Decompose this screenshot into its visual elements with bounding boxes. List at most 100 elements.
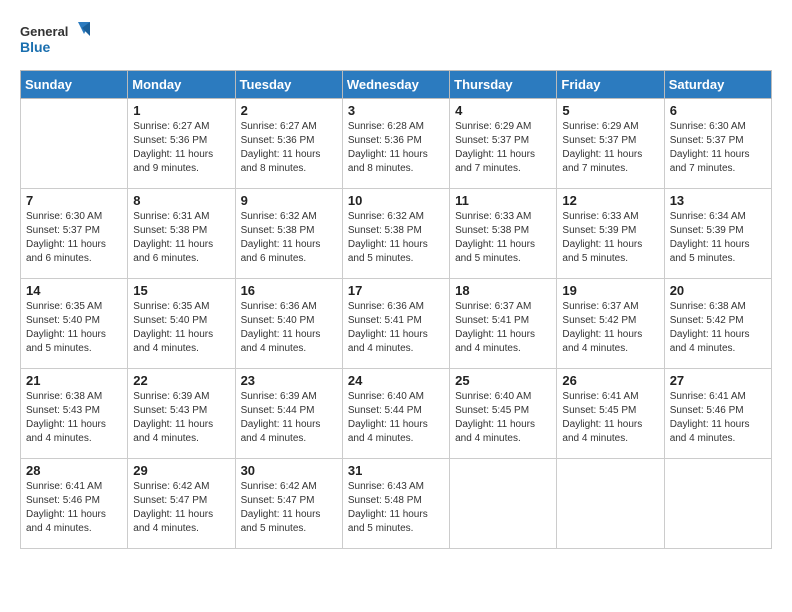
day-number: 14	[26, 283, 122, 298]
day-info: Sunrise: 6:38 AMSunset: 5:43 PMDaylight:…	[26, 390, 122, 446]
calendar-cell: 3 Sunrise: 6:28 AMSunset: 5:36 PMDaylight…	[342, 99, 449, 189]
day-info: Sunrise: 6:27 AMSunset: 5:36 PMDaylight:…	[133, 120, 229, 176]
day-info: Sunrise: 6:35 AMSunset: 5:40 PMDaylight:…	[133, 300, 229, 356]
day-info: Sunrise: 6:39 AMSunset: 5:43 PMDaylight:…	[133, 390, 229, 446]
day-number: 21	[26, 373, 122, 388]
calendar-week-row: 28Sunrise: 6:41 AMSunset: 5:46 PMDayligh…	[21, 459, 772, 549]
day-number: 18	[455, 283, 551, 298]
day-info: Sunrise: 6:36 AMSunset: 5:40 PMDaylight:…	[241, 300, 337, 356]
calendar-cell: 7 Sunrise: 6:30 AMSunset: 5:37 PMDaylight…	[21, 189, 128, 279]
weekday-header-thursday: Thursday	[450, 71, 557, 99]
day-number: 31	[348, 463, 444, 478]
weekday-header-tuesday: Tuesday	[235, 71, 342, 99]
day-info: Sunrise: 6:32 AMSunset: 5:38 PMDaylight:…	[241, 210, 337, 266]
calendar-cell: 24Sunrise: 6:40 AMSunset: 5:44 PMDayligh…	[342, 369, 449, 459]
weekday-header-friday: Friday	[557, 71, 664, 99]
calendar-cell: 21 Sunrise: 6:38 AMSunset: 5:43 PMDayligh…	[21, 369, 128, 459]
calendar-cell: 30Sunrise: 6:42 AMSunset: 5:47 PMDayligh…	[235, 459, 342, 549]
calendar-cell: 29 Sunrise: 6:42 AMSunset: 5:47 PMDayligh…	[128, 459, 235, 549]
calendar-cell: 27 Sunrise: 6:41 AMSunset: 5:46 PMDayligh…	[664, 369, 771, 459]
day-info: Sunrise: 6:39 AMSunset: 5:44 PMDaylight:…	[241, 390, 337, 446]
day-number: 11	[455, 193, 551, 208]
day-number: 2	[241, 103, 337, 118]
day-info: Sunrise: 6:37 AMSunset: 5:41 PMDaylight:…	[455, 300, 551, 356]
weekday-header-row: SundayMondayTuesdayWednesdayThursdayFrid…	[21, 71, 772, 99]
day-number: 27	[670, 373, 766, 388]
calendar-week-row: 21 Sunrise: 6:38 AMSunset: 5:43 PMDayligh…	[21, 369, 772, 459]
day-info: Sunrise: 6:30 AMSunset: 5:37 PMDaylight:…	[670, 120, 766, 176]
day-number: 30	[241, 463, 337, 478]
calendar-week-row: 14 Sunrise: 6:35 AMSunset: 5:40 PMDayligh…	[21, 279, 772, 369]
day-number: 3	[348, 103, 444, 118]
day-number: 7	[26, 193, 122, 208]
calendar-cell: 2 Sunrise: 6:27 AMSunset: 5:36 PMDaylight…	[235, 99, 342, 189]
calendar-cell: 16 Sunrise: 6:36 AMSunset: 5:40 PMDayligh…	[235, 279, 342, 369]
day-info: Sunrise: 6:40 AMSunset: 5:45 PMDaylight:…	[455, 390, 551, 446]
calendar-cell	[557, 459, 664, 549]
day-number: 13	[670, 193, 766, 208]
weekday-header-monday: Monday	[128, 71, 235, 99]
day-info: Sunrise: 6:38 AMSunset: 5:42 PMDaylight:…	[670, 300, 766, 356]
day-info: Sunrise: 6:32 AMSunset: 5:38 PMDaylight:…	[348, 210, 444, 266]
day-number: 15	[133, 283, 229, 298]
calendar-cell: 20 Sunrise: 6:38 AMSunset: 5:42 PMDayligh…	[664, 279, 771, 369]
day-number: 16	[241, 283, 337, 298]
day-info: Sunrise: 6:29 AMSunset: 5:37 PMDaylight:…	[455, 120, 551, 176]
day-number: 24	[348, 373, 444, 388]
day-info: Sunrise: 6:35 AMSunset: 5:40 PMDaylight:…	[26, 300, 122, 356]
calendar-cell: 31 Sunrise: 6:43 AMSunset: 5:48 PMDayligh…	[342, 459, 449, 549]
calendar-cell: 13 Sunrise: 6:34 AMSunset: 5:39 PMDayligh…	[664, 189, 771, 279]
day-number: 1	[133, 103, 229, 118]
calendar-cell: 11 Sunrise: 6:33 AMSunset: 5:38 PMDayligh…	[450, 189, 557, 279]
calendar-cell: 9Sunrise: 6:32 AMSunset: 5:38 PMDaylight…	[235, 189, 342, 279]
calendar-cell: 5Sunrise: 6:29 AMSunset: 5:37 PMDaylight…	[557, 99, 664, 189]
calendar-cell: 26 Sunrise: 6:41 AMSunset: 5:45 PMDayligh…	[557, 369, 664, 459]
calendar-cell: 22 Sunrise: 6:39 AMSunset: 5:43 PMDayligh…	[128, 369, 235, 459]
day-number: 20	[670, 283, 766, 298]
weekday-header-saturday: Saturday	[664, 71, 771, 99]
calendar-cell: 23 Sunrise: 6:39 AMSunset: 5:44 PMDayligh…	[235, 369, 342, 459]
calendar-cell: 28Sunrise: 6:41 AMSunset: 5:46 PMDayligh…	[21, 459, 128, 549]
day-info: Sunrise: 6:41 AMSunset: 5:46 PMDaylight:…	[670, 390, 766, 446]
day-number: 29	[133, 463, 229, 478]
calendar-cell: 8Sunrise: 6:31 AMSunset: 5:38 PMDaylight…	[128, 189, 235, 279]
page-header: General Blue	[20, 20, 772, 60]
calendar-week-row: 7 Sunrise: 6:30 AMSunset: 5:37 PMDaylight…	[21, 189, 772, 279]
calendar-cell: 14 Sunrise: 6:35 AMSunset: 5:40 PMDayligh…	[21, 279, 128, 369]
calendar-cell: 6Sunrise: 6:30 AMSunset: 5:37 PMDaylight…	[664, 99, 771, 189]
day-number: 5	[562, 103, 658, 118]
logo-svg: General Blue	[20, 20, 90, 60]
day-number: 23	[241, 373, 337, 388]
calendar-cell: 19Sunrise: 6:37 AMSunset: 5:42 PMDayligh…	[557, 279, 664, 369]
calendar-cell: 25 Sunrise: 6:40 AMSunset: 5:45 PMDayligh…	[450, 369, 557, 459]
calendar-cell	[664, 459, 771, 549]
day-number: 17	[348, 283, 444, 298]
day-number: 19	[562, 283, 658, 298]
day-info: Sunrise: 6:43 AMSunset: 5:48 PMDaylight:…	[348, 480, 444, 536]
day-info: Sunrise: 6:34 AMSunset: 5:39 PMDaylight:…	[670, 210, 766, 266]
weekday-header-wednesday: Wednesday	[342, 71, 449, 99]
day-info: Sunrise: 6:28 AMSunset: 5:36 PMDaylight:…	[348, 120, 444, 176]
calendar-table: SundayMondayTuesdayWednesdayThursdayFrid…	[20, 70, 772, 549]
day-info: Sunrise: 6:27 AMSunset: 5:36 PMDaylight:…	[241, 120, 337, 176]
weekday-header-sunday: Sunday	[21, 71, 128, 99]
calendar-cell: 1 Sunrise: 6:27 AMSunset: 5:36 PMDaylight…	[128, 99, 235, 189]
day-number: 25	[455, 373, 551, 388]
day-number: 12	[562, 193, 658, 208]
day-info: Sunrise: 6:41 AMSunset: 5:45 PMDaylight:…	[562, 390, 658, 446]
day-number: 10	[348, 193, 444, 208]
svg-text:Blue: Blue	[20, 39, 51, 55]
calendar-cell: 12Sunrise: 6:33 AMSunset: 5:39 PMDayligh…	[557, 189, 664, 279]
day-number: 22	[133, 373, 229, 388]
day-info: Sunrise: 6:33 AMSunset: 5:38 PMDaylight:…	[455, 210, 551, 266]
calendar-cell: 4 Sunrise: 6:29 AMSunset: 5:37 PMDaylight…	[450, 99, 557, 189]
day-number: 4	[455, 103, 551, 118]
calendar-cell: 10 Sunrise: 6:32 AMSunset: 5:38 PMDayligh…	[342, 189, 449, 279]
day-info: Sunrise: 6:41 AMSunset: 5:46 PMDaylight:…	[26, 480, 122, 536]
calendar-cell: 18 Sunrise: 6:37 AMSunset: 5:41 PMDayligh…	[450, 279, 557, 369]
day-number: 26	[562, 373, 658, 388]
day-info: Sunrise: 6:36 AMSunset: 5:41 PMDaylight:…	[348, 300, 444, 356]
day-info: Sunrise: 6:42 AMSunset: 5:47 PMDaylight:…	[133, 480, 229, 536]
day-info: Sunrise: 6:30 AMSunset: 5:37 PMDaylight:…	[26, 210, 122, 266]
svg-text:General: General	[20, 24, 68, 39]
